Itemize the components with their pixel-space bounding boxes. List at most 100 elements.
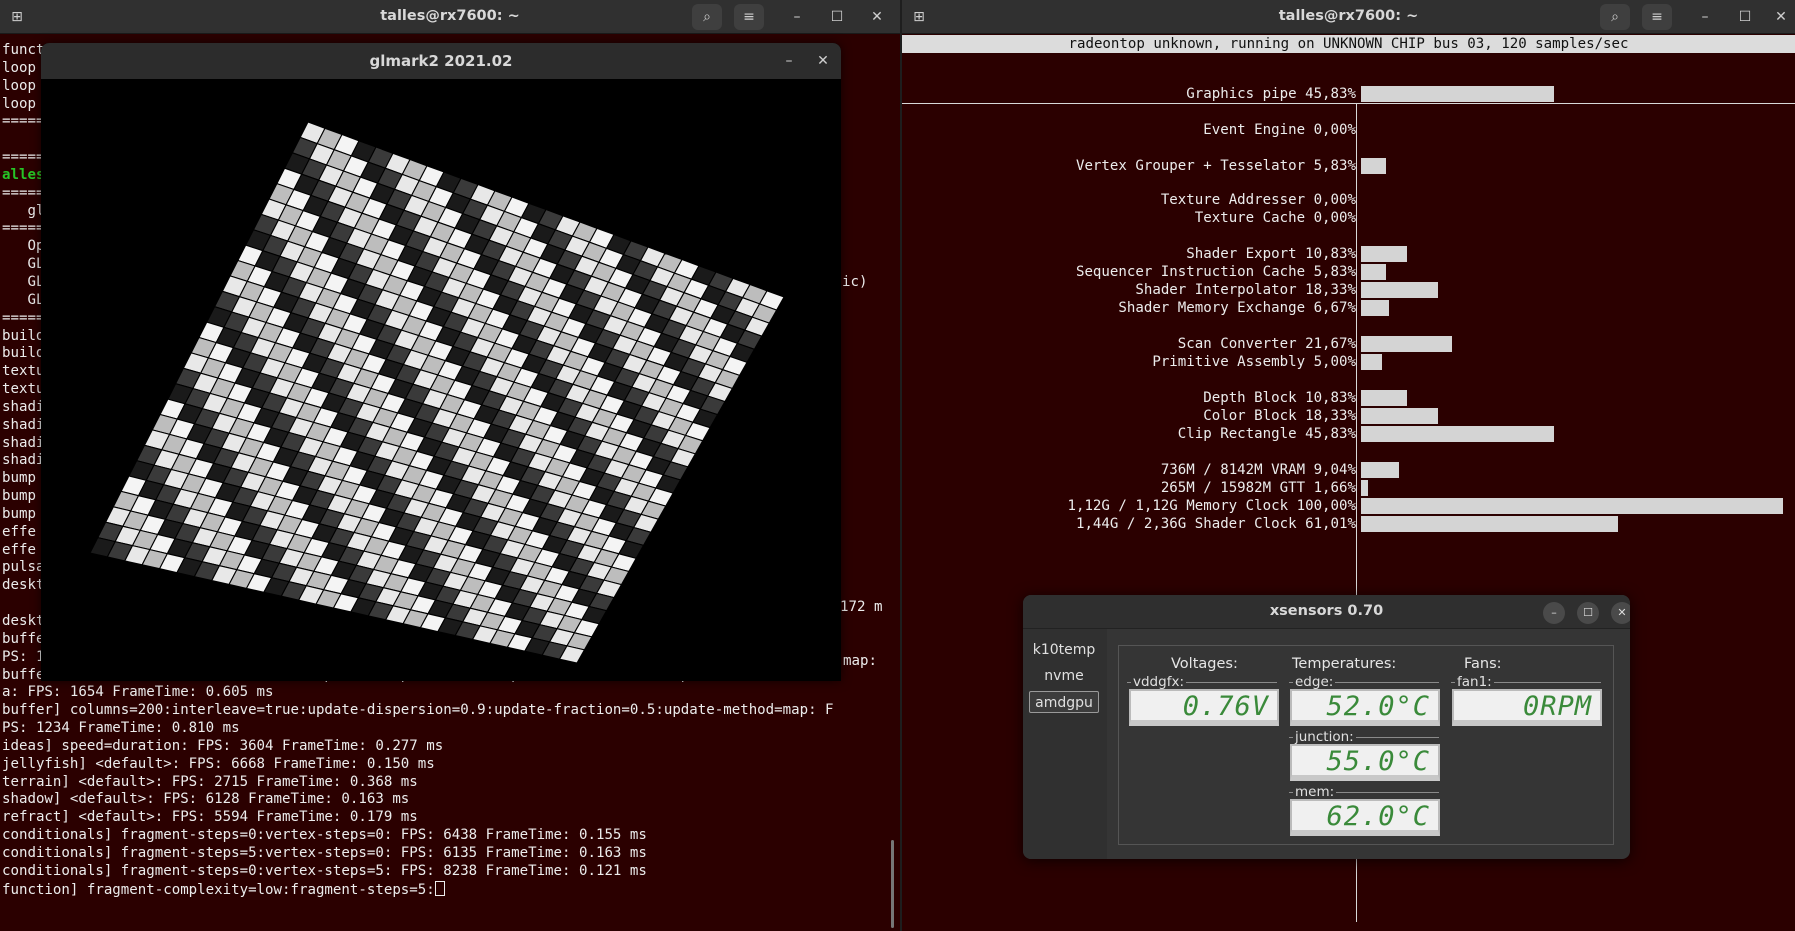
tab-k10temp[interactable]: k10temp xyxy=(1029,639,1099,661)
usage-bar xyxy=(1361,354,1382,370)
metric-value: 21,67% xyxy=(1305,336,1356,352)
tab-nvme[interactable]: nvme xyxy=(1029,665,1099,687)
terminal-line: ideas] speed=duration: FPS: 3604 FrameTi… xyxy=(2,737,444,754)
terminal-cursor xyxy=(434,880,445,896)
terminal-line: jellyfish] <default>: FPS: 6668 FrameTim… xyxy=(2,755,435,772)
glmark2-title: glmark2 2021.02 xyxy=(369,52,513,70)
usage-bar xyxy=(1361,480,1368,496)
metric-label: Sequencer Instruction Cache xyxy=(1075,264,1306,280)
radeontop-row: 1,44G / 2,36G Shader Clock 61,01% xyxy=(902,515,1356,533)
divider xyxy=(902,103,1795,104)
mem-label: mem: xyxy=(1293,784,1337,800)
search-icon[interactable]: ⌕ xyxy=(1600,4,1630,30)
usage-bar xyxy=(1361,390,1407,406)
search-icon[interactable]: ⌕ xyxy=(692,4,722,30)
temperatures-header: Temperatures: xyxy=(1292,656,1397,672)
terminal-line: conditionals] fragment-steps=0:vertex-st… xyxy=(2,827,647,844)
sensor-panel: Voltages: Temperatures: Fans: vddgfx: 0.… xyxy=(1118,645,1614,845)
metric-value: 1,66% xyxy=(1313,480,1356,496)
terminal-line: terrain] <default>: FPS: 2715 FrameTime:… xyxy=(2,773,418,790)
metric-value: 10,83% xyxy=(1305,246,1356,262)
radeontop-row: 736M / 8142M VRAM 9,04% xyxy=(902,461,1356,479)
terminal-scrollbar[interactable] xyxy=(891,840,894,928)
close-button[interactable]: ✕ xyxy=(862,4,892,30)
metric-label: Shader Interpolator xyxy=(1135,282,1297,298)
close-button[interactable]: ✕ xyxy=(1766,4,1795,30)
metric-label: 1,12G / 1,12G Memory Clock xyxy=(1067,498,1289,514)
fan1-readout: 0RPM xyxy=(1452,689,1602,726)
glmark2-titlebar[interactable]: glmark2 2021.02 – ✕ xyxy=(41,43,841,79)
usage-bar xyxy=(1361,408,1438,424)
metric-value: 5,83% xyxy=(1313,264,1356,280)
metric-label: Event Engine xyxy=(1203,122,1306,138)
metric-value: 18,33% xyxy=(1305,282,1356,298)
metric-label: 265M / 15982M GTT xyxy=(1160,480,1306,496)
usage-bar xyxy=(1361,264,1386,280)
radeontop-row: Shader Export 10,83% xyxy=(902,245,1356,263)
vddgfx-readout: 0.76V xyxy=(1129,689,1279,726)
radeontop-row: Texture Cache 0,00% xyxy=(902,209,1356,227)
xsensors-titlebar[interactable]: xsensors 0.70 – ☐ ✕ xyxy=(1023,595,1630,629)
close-button[interactable]: ✕ xyxy=(808,48,838,74)
sensor-tabs: k10temp nvme amdgpu xyxy=(1023,629,1107,859)
metric-label: 736M / 8142M VRAM xyxy=(1160,462,1306,478)
xsensors-window: xsensors 0.70 – ☐ ✕ k10temp nvme amdgpu … xyxy=(1023,595,1630,859)
radeontop-row: Sequencer Instruction Cache 5,83% xyxy=(902,263,1356,281)
radeontop-row: Depth Block 10,83% xyxy=(902,389,1356,407)
hamburger-menu-icon[interactable]: ≡ xyxy=(734,4,764,30)
metric-value: 10,83% xyxy=(1305,390,1356,406)
terminal-line: conditionals] fragment-steps=0:vertex-st… xyxy=(2,862,647,879)
minimize-button[interactable]: – xyxy=(1543,602,1565,624)
metric-label: Clip Rectangle xyxy=(1177,426,1297,442)
fan1-label: fan1: xyxy=(1455,674,1494,690)
close-button[interactable]: ✕ xyxy=(1611,602,1630,624)
minimize-button[interactable]: – xyxy=(1690,4,1720,30)
metric-value: 100,00% xyxy=(1296,498,1356,514)
metric-label: Depth Block xyxy=(1203,390,1297,406)
xsensors-title: xsensors 0.70 xyxy=(1269,603,1384,619)
metric-label: Scan Converter xyxy=(1177,336,1297,352)
radeontop-row: Color Block 18,33% xyxy=(902,407,1356,425)
usage-bar xyxy=(1361,426,1554,442)
metric-value: 0,00% xyxy=(1313,192,1356,208)
metric-label: Primitive Assembly xyxy=(1152,354,1306,370)
maximize-button[interactable]: ☐ xyxy=(1577,602,1599,624)
metric-label: 1,44G / 2,36G Shader Clock xyxy=(1075,516,1297,532)
vddgfx-label: vddgfx: xyxy=(1131,674,1186,690)
radeontop-row: Texture Addresser 0,00% xyxy=(902,191,1356,209)
terminal-line: refract] <default>: FPS: 5594 FrameTime:… xyxy=(2,809,418,826)
radeontop-row: Primitive Assembly 5,00% xyxy=(902,353,1356,371)
metric-value: 5,00% xyxy=(1313,354,1356,370)
left-terminal-titlebar[interactable]: ⊞ talles@rx7600: ~ ⌕ ≡ – ☐ ✕ xyxy=(0,0,900,34)
usage-bar xyxy=(1361,86,1554,102)
edge-label: edge: xyxy=(1293,674,1336,690)
metric-value: 9,04% xyxy=(1313,462,1356,478)
tab-amdgpu[interactable]: amdgpu xyxy=(1029,691,1099,713)
metric-label: Texture Cache xyxy=(1194,210,1306,226)
maximize-button[interactable]: ☐ xyxy=(1730,4,1760,30)
right-terminal-titlebar[interactable]: ⊞ talles@rx7600: ~ ⌕ ≡ – ☐ ✕ xyxy=(902,0,1795,34)
terminal-fragment-map: map: xyxy=(843,653,877,669)
terminal-line: shadow] <default>: FPS: 6128 FrameTime: … xyxy=(2,791,410,808)
metric-value: 18,33% xyxy=(1305,408,1356,424)
minimize-button[interactable]: – xyxy=(774,48,804,74)
hamburger-menu-icon[interactable]: ≡ xyxy=(1642,4,1672,30)
maximize-button[interactable]: ☐ xyxy=(822,4,852,30)
metric-value: 0,00% xyxy=(1313,210,1356,226)
minimize-button[interactable]: – xyxy=(782,4,812,30)
usage-bar xyxy=(1361,158,1386,174)
metric-value: 61,01% xyxy=(1305,516,1356,532)
